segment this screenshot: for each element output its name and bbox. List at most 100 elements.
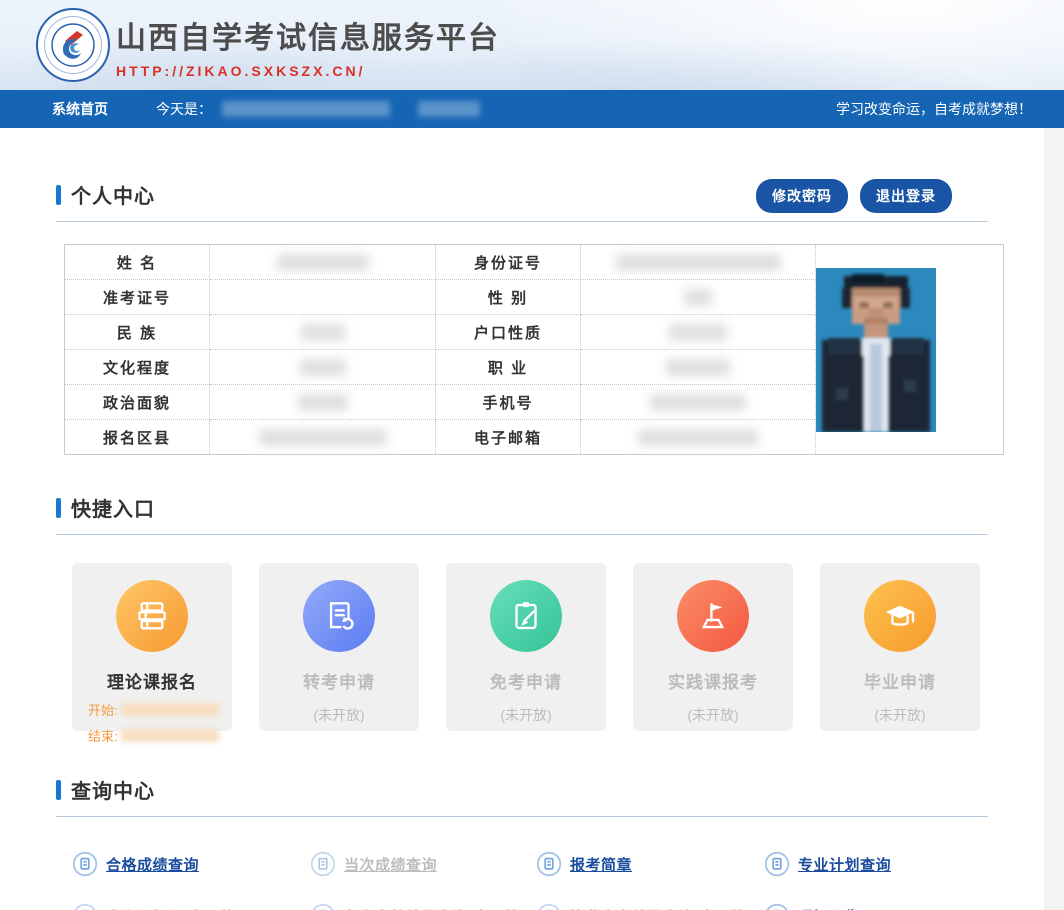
link-exemption-review-result-query[interactable]: 免考审核结果查询[未开放] xyxy=(310,903,536,910)
today-label: 今天是： xyxy=(156,99,212,119)
link-major-plan-query[interactable]: 专业计划查询 xyxy=(764,851,1044,877)
card-status: (未开放) xyxy=(446,705,606,725)
brand-block: 山西自学考试信息服务平台 HTTP://ZIKAO.SXKSZX.CN/ xyxy=(116,13,500,79)
clipboard-pencil-icon xyxy=(490,580,562,652)
field-value-phone xyxy=(581,385,816,420)
nav-home-link[interactable]: 系统首页 xyxy=(52,99,108,119)
field-label-occupation: 职 业 xyxy=(436,350,581,385)
section-accent-bar xyxy=(56,185,61,205)
field-value-idnumber xyxy=(581,245,816,280)
field-value-education xyxy=(210,350,436,385)
document-circle-icon xyxy=(536,903,562,910)
link-label: 报考简章 xyxy=(570,854,632,875)
document-circle-icon xyxy=(72,903,98,910)
site-logo xyxy=(36,8,110,82)
flag-icon xyxy=(677,580,749,652)
link-label: 免考审核结果查询[未开放] xyxy=(344,906,526,910)
card-title: 实践课报考 xyxy=(633,668,793,693)
today-weekday-redacted xyxy=(418,101,480,117)
card-transfer-application[interactable]: 转考申请 (未开放) xyxy=(259,563,419,731)
link-passed-scores-query[interactable]: 合格成绩查询 xyxy=(72,851,310,877)
redacted-value xyxy=(259,429,387,446)
document-circle-icon xyxy=(310,903,336,910)
link-graduation-review-result-query[interactable]: 毕业审定结果查询[未开放] xyxy=(536,903,764,910)
link-label: 通知公告 xyxy=(798,906,860,910)
top-banner: 山西自学考试信息服务平台 HTTP://ZIKAO.SXKSZX.CN/ xyxy=(0,0,1064,90)
redacted-value xyxy=(300,359,346,376)
books-icon xyxy=(116,580,188,652)
redacted-date xyxy=(121,703,219,716)
card-practical-course-signup[interactable]: 实践课报考 (未开放) xyxy=(633,563,793,731)
redacted-value xyxy=(301,324,345,341)
field-value-examid xyxy=(210,280,436,315)
card-graduation-application[interactable]: 毕业申请 (未开放) xyxy=(820,563,980,731)
field-value-name xyxy=(210,245,436,280)
redacted-value xyxy=(616,254,781,271)
field-value-district xyxy=(210,420,436,455)
quick-entry-header: 快捷入口 xyxy=(0,455,1044,522)
graduation-cap-icon xyxy=(864,580,936,652)
card-status: (未开放) xyxy=(820,705,980,725)
document-circle-icon xyxy=(310,851,336,877)
field-label-district: 报名区县 xyxy=(65,420,210,455)
field-value-household xyxy=(581,315,816,350)
document-circle-icon xyxy=(72,851,98,877)
section-divider xyxy=(56,534,988,535)
section-divider xyxy=(56,221,988,222)
field-label-ethnicity: 民 族 xyxy=(65,315,210,350)
id-photo-blurred xyxy=(816,268,936,432)
navbar: 系统首页 今天是： 学习改变命运，自考成就梦想！ xyxy=(0,90,1064,128)
change-password-button[interactable]: 修改密码 xyxy=(756,179,848,213)
redacted-value xyxy=(669,324,727,341)
link-label: 准考证打印[未开放] xyxy=(106,906,241,910)
personal-center-title: 个人中心 xyxy=(71,180,155,209)
field-label-phone: 手机号 xyxy=(436,385,581,420)
link-label: 专业计划查询 xyxy=(798,854,891,875)
field-value-email xyxy=(581,420,816,455)
link-label: 合格成绩查询 xyxy=(106,854,199,875)
field-label-education: 文化程度 xyxy=(65,350,210,385)
site-title: 山西自学考试信息服务平台 xyxy=(116,13,500,57)
table-row: 姓 名 身份证号 xyxy=(65,245,1004,280)
field-label-examid: 准考证号 xyxy=(65,280,210,315)
field-label-gender: 性 别 xyxy=(436,280,581,315)
personal-center-header: 个人中心 修改密码 退出登录 xyxy=(0,128,1044,209)
logout-button[interactable]: 退出登录 xyxy=(860,179,952,213)
id-photo-cell xyxy=(816,245,1004,455)
query-links: 合格成绩查询 当次成绩查询 报考简章 专业计划查询 xyxy=(72,851,1044,910)
nav-slogan: 学习改变命运，自考成就梦想！ xyxy=(836,99,1032,119)
card-status: (未开放) xyxy=(633,705,793,725)
card-title: 毕业申请 xyxy=(820,668,980,693)
document-circle-icon xyxy=(536,851,562,877)
card-exemption-application[interactable]: 免考申请 (未开放) xyxy=(446,563,606,731)
quick-entry-title: 快捷入口 xyxy=(71,493,155,522)
today-label-wrap: 今天是： xyxy=(156,99,480,119)
redacted-value xyxy=(638,429,758,446)
document-circle-icon xyxy=(764,851,790,877)
signup-start-line: 开始: xyxy=(88,700,232,719)
section-accent-bar xyxy=(56,498,61,518)
field-value-political xyxy=(210,385,436,420)
field-label-idnumber: 身份证号 xyxy=(436,245,581,280)
redacted-value xyxy=(684,289,712,306)
link-notices[interactable]: 通知公告 xyxy=(764,903,1044,910)
link-exam-guide[interactable]: 报考简章 xyxy=(536,851,764,877)
field-value-occupation xyxy=(581,350,816,385)
field-label-political: 政治面貌 xyxy=(65,385,210,420)
start-label: 开始: xyxy=(88,700,118,719)
redacted-value xyxy=(666,359,730,376)
field-value-ethnicity xyxy=(210,315,436,350)
card-theory-course-signup[interactable]: 理论课报名 开始: 结束: xyxy=(72,563,232,731)
site-url: HTTP://ZIKAO.SXKSZX.CN/ xyxy=(116,63,500,79)
transfer-doc-icon xyxy=(303,580,375,652)
query-center-title: 查询中心 xyxy=(71,775,155,804)
today-date-redacted xyxy=(222,101,390,117)
document-circle-icon xyxy=(764,903,790,910)
card-title: 转考申请 xyxy=(259,668,419,693)
redacted-value xyxy=(650,394,746,411)
card-title: 理论课报名 xyxy=(72,668,232,693)
field-label-email: 电子邮箱 xyxy=(436,420,581,455)
link-admission-ticket-print[interactable]: 准考证打印[未开放] xyxy=(72,903,310,910)
field-label-name: 姓 名 xyxy=(65,245,210,280)
link-current-scores-query[interactable]: 当次成绩查询 xyxy=(310,851,536,877)
